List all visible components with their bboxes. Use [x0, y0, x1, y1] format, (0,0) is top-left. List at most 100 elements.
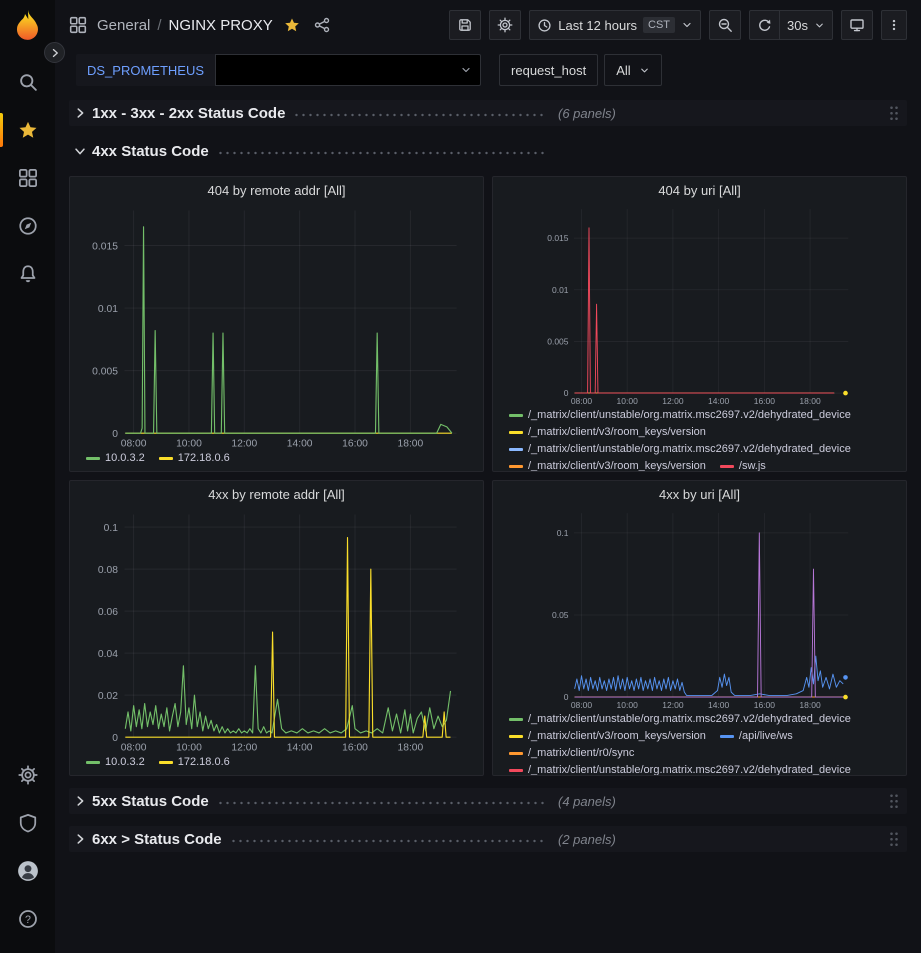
time-range-label: Last 12 hours [558, 18, 637, 33]
row-dots [293, 113, 546, 117]
legend-label: /_matrix/client/v3/room_keys/version [528, 424, 706, 441]
dashboard-body: 1xx - 3xx - 2xx Status Code (6 panels) 4… [55, 92, 921, 953]
panel-title[interactable]: 404 by uri [All] [493, 177, 906, 203]
svg-text:0.015: 0.015 [547, 233, 569, 243]
svg-text:0.05: 0.05 [552, 610, 569, 620]
grafana-logo[interactable] [10, 8, 46, 44]
zoom-out-icon [717, 17, 733, 33]
panel-body: 08:0010:0012:0014:0016:0018:0000.0050.01… [70, 203, 483, 450]
legend-swatch [509, 735, 523, 738]
sidebar-item-server-admin[interactable] [0, 799, 55, 847]
sidebar-item-dashboards[interactable] [0, 154, 55, 202]
sidebar-item-starred[interactable] [0, 106, 55, 154]
legend-swatch [509, 718, 523, 721]
svg-text:12:00: 12:00 [231, 438, 257, 449]
share-button[interactable] [311, 14, 333, 36]
sidebar-item-alerting[interactable] [0, 250, 55, 298]
legend-item[interactable]: /sw.js [720, 458, 766, 471]
row-drag-handle[interactable] [889, 793, 899, 809]
legend-label: /_matrix/client/v3/room_keys/version [528, 458, 706, 471]
legend-item[interactable]: /_matrix/client/v3/room_keys/version [509, 728, 706, 745]
legend-item[interactable]: /_matrix/client/unstable/org.matrix.msc2… [509, 762, 851, 775]
legend-item[interactable]: 172.18.0.6 [159, 754, 230, 771]
svg-text:12:00: 12:00 [662, 700, 684, 710]
dashboard-row-4xx[interactable]: 4xx Status Code [69, 138, 907, 164]
svg-text:18:00: 18:00 [799, 396, 821, 406]
star-icon [18, 120, 38, 140]
time-range-picker[interactable]: Last 12 hours CST [529, 10, 701, 40]
sidebar-item-search[interactable] [0, 58, 55, 106]
topbar: General / NGINX PROXY Last 12 hours [55, 0, 921, 50]
grafana-app: ? General / NGINX PROXY [0, 0, 921, 953]
chart-404-by-uri[interactable]: 08:0010:0012:0014:0016:0018:0000.0050.01… [497, 203, 902, 407]
legend-item[interactable]: /_matrix/client/v3/room_keys/version [509, 424, 706, 441]
sidebar-item-profile[interactable] [0, 847, 55, 895]
legend-item[interactable]: 10.0.3.2 [86, 754, 145, 771]
chevron-down-icon [639, 65, 650, 76]
datasource-label[interactable]: DS_PROMETHEUS [76, 54, 215, 86]
sidebar-item-configuration[interactable] [0, 751, 55, 799]
dashboard-settings-button[interactable] [489, 10, 521, 40]
tv-mode-button[interactable] [841, 10, 873, 40]
legend-item[interactable]: /_matrix/client/v3/room_keys/version [509, 458, 706, 471]
star-filled-icon [284, 17, 300, 33]
more-options-button[interactable] [881, 10, 907, 40]
row-title: 5xx Status Code [92, 793, 209, 810]
refresh-button[interactable] [749, 10, 780, 40]
chart-4xx-by-remote-addr[interactable]: 08:0010:0012:0014:0016:0018:0000.020.040… [74, 507, 479, 754]
breadcrumb-folder[interactable]: General [97, 17, 150, 34]
request-host-label[interactable]: request_host [499, 54, 598, 86]
legend-item[interactable]: /api/live/ws [720, 728, 793, 745]
dashboard-row-6xx[interactable]: 6xx > Status Code (2 panels) [69, 826, 907, 852]
chevron-right-icon [73, 106, 87, 120]
panel-title[interactable]: 404 by remote addr [All] [70, 177, 483, 203]
chevron-down-icon [681, 19, 693, 31]
row-drag-handle[interactable] [889, 105, 899, 121]
chart-404-by-remote-addr[interactable]: 08:0010:0012:0014:0016:0018:0000.0050.01… [74, 203, 479, 450]
row-drag-handle[interactable] [889, 831, 899, 847]
save-dashboard-button[interactable] [449, 10, 481, 40]
legend-item[interactable]: /_matrix/client/r0/sync [509, 745, 634, 762]
legend-item[interactable]: 172.18.0.6 [159, 450, 230, 467]
share-icon [314, 17, 330, 33]
gear-icon [18, 765, 38, 785]
legend-item[interactable]: /_matrix/client/unstable/org.matrix.msc2… [509, 407, 851, 424]
monitor-icon [849, 17, 865, 33]
request-host-select[interactable]: All [604, 54, 661, 86]
svg-text:14:00: 14:00 [287, 742, 313, 753]
legend-label: /_matrix/client/unstable/org.matrix.msc2… [528, 407, 851, 424]
dashboard-row-5xx[interactable]: 5xx Status Code (4 panels) [69, 788, 907, 814]
svg-text:10:00: 10:00 [176, 438, 202, 449]
refresh-interval-picker[interactable]: 30s [780, 10, 833, 40]
panel-body: 08:0010:0012:0014:0016:0018:0000.020.040… [70, 507, 483, 754]
refresh-icon [757, 18, 772, 33]
legend-swatch [509, 465, 523, 468]
chart-4xx-by-uri[interactable]: 08:0010:0012:0014:0016:0018:0000.050.1 [497, 507, 902, 711]
panel-404-by-remote-addr: 404 by remote addr [All] 08:0010:0012:00… [69, 176, 484, 472]
chevron-right-icon [49, 47, 61, 59]
sidebar-item-explore[interactable] [0, 202, 55, 250]
legend-item[interactable]: /_matrix/client/unstable/org.matrix.msc2… [509, 711, 851, 728]
panel-title[interactable]: 4xx by uri [All] [493, 481, 906, 507]
datasource-select[interactable] [215, 54, 481, 86]
favorite-star-button[interactable] [281, 14, 303, 36]
legend-label: 10.0.3.2 [105, 754, 145, 771]
legend-label: /_matrix/client/v3/room_keys/version [528, 728, 706, 745]
chevron-down-icon [73, 144, 87, 158]
row-panel-count: (6 panels) [558, 106, 616, 121]
panel-title[interactable]: 4xx by remote addr [All] [70, 481, 483, 507]
legend: /_matrix/client/unstable/org.matrix.msc2… [493, 711, 906, 775]
svg-text:0: 0 [112, 733, 118, 744]
svg-text:18:00: 18:00 [398, 742, 424, 753]
svg-text:0: 0 [564, 692, 569, 702]
dashboard-title[interactable]: NGINX PROXY [169, 17, 273, 34]
sidebar-item-help[interactable]: ? [0, 895, 55, 943]
zoom-out-button[interactable] [709, 10, 741, 40]
dashboard-row-1xx-3xx-2xx[interactable]: 1xx - 3xx - 2xx Status Code (6 panels) [69, 100, 907, 126]
legend-item[interactable]: 10.0.3.2 [86, 450, 145, 467]
sidebar-expand-button[interactable] [44, 42, 65, 63]
legend-item[interactable]: /_matrix/client/unstable/org.matrix.msc2… [509, 441, 851, 458]
svg-text:12:00: 12:00 [231, 742, 257, 753]
main-area: General / NGINX PROXY Last 12 hours [55, 0, 921, 953]
svg-text:14:00: 14:00 [287, 438, 313, 449]
